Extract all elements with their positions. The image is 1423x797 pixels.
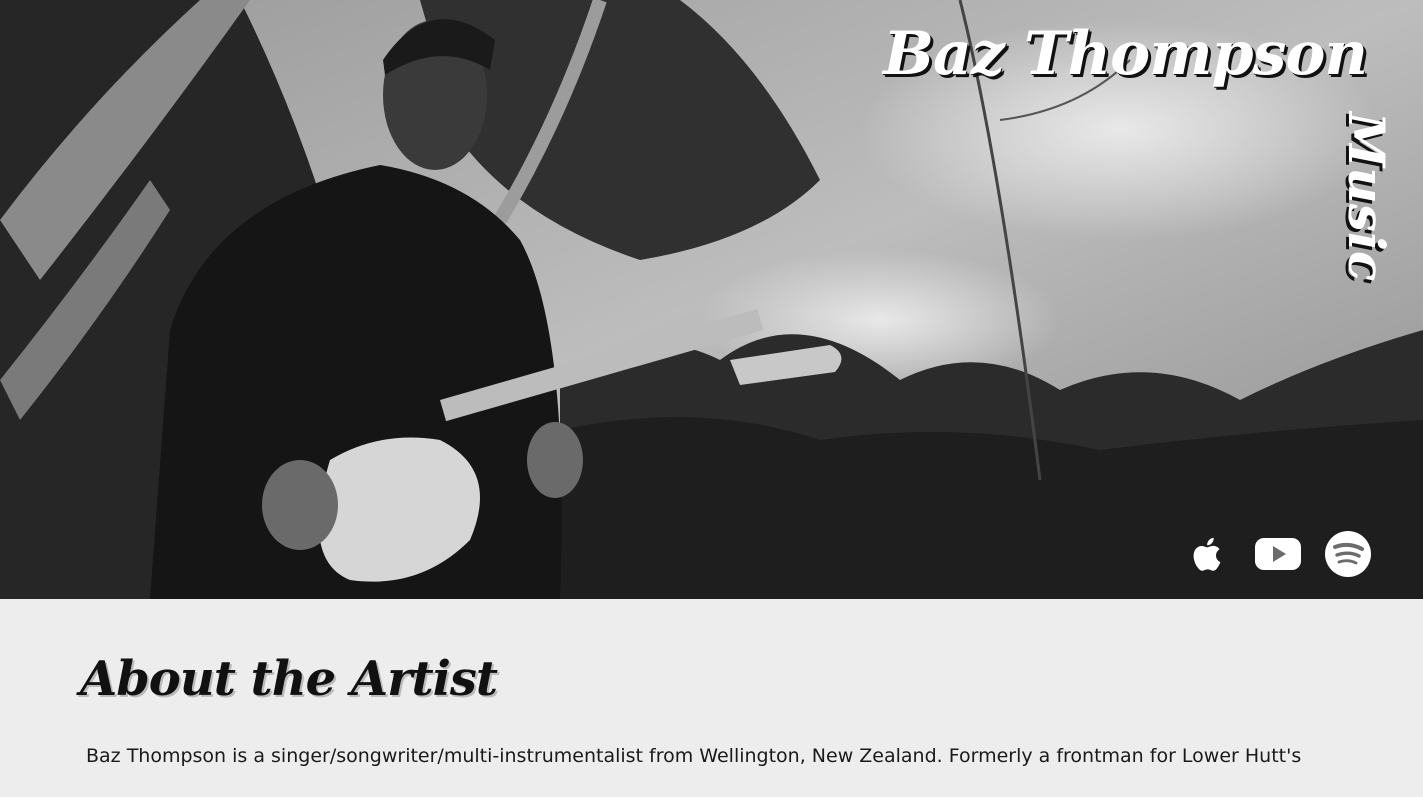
youtube-icon [1255,538,1301,570]
spotify-icon [1325,531,1371,577]
apple-music-link[interactable] [1183,529,1233,579]
social-links [1183,529,1373,579]
spotify-link[interactable] [1323,529,1373,579]
hero-photo [0,0,1423,599]
hero-section: Baz Thompson Music [0,0,1423,599]
apple-icon [1193,537,1221,571]
site-title: Baz Thompson [883,19,1368,89]
about-heading: About the Artist [80,651,498,707]
about-text: Baz Thompson is a singer/songwriter/mult… [86,745,1302,767]
youtube-link[interactable] [1253,529,1303,579]
site-subtitle: Music [1337,112,1396,282]
about-section: About the Artist Baz Thompson is a singe… [0,599,1423,770]
